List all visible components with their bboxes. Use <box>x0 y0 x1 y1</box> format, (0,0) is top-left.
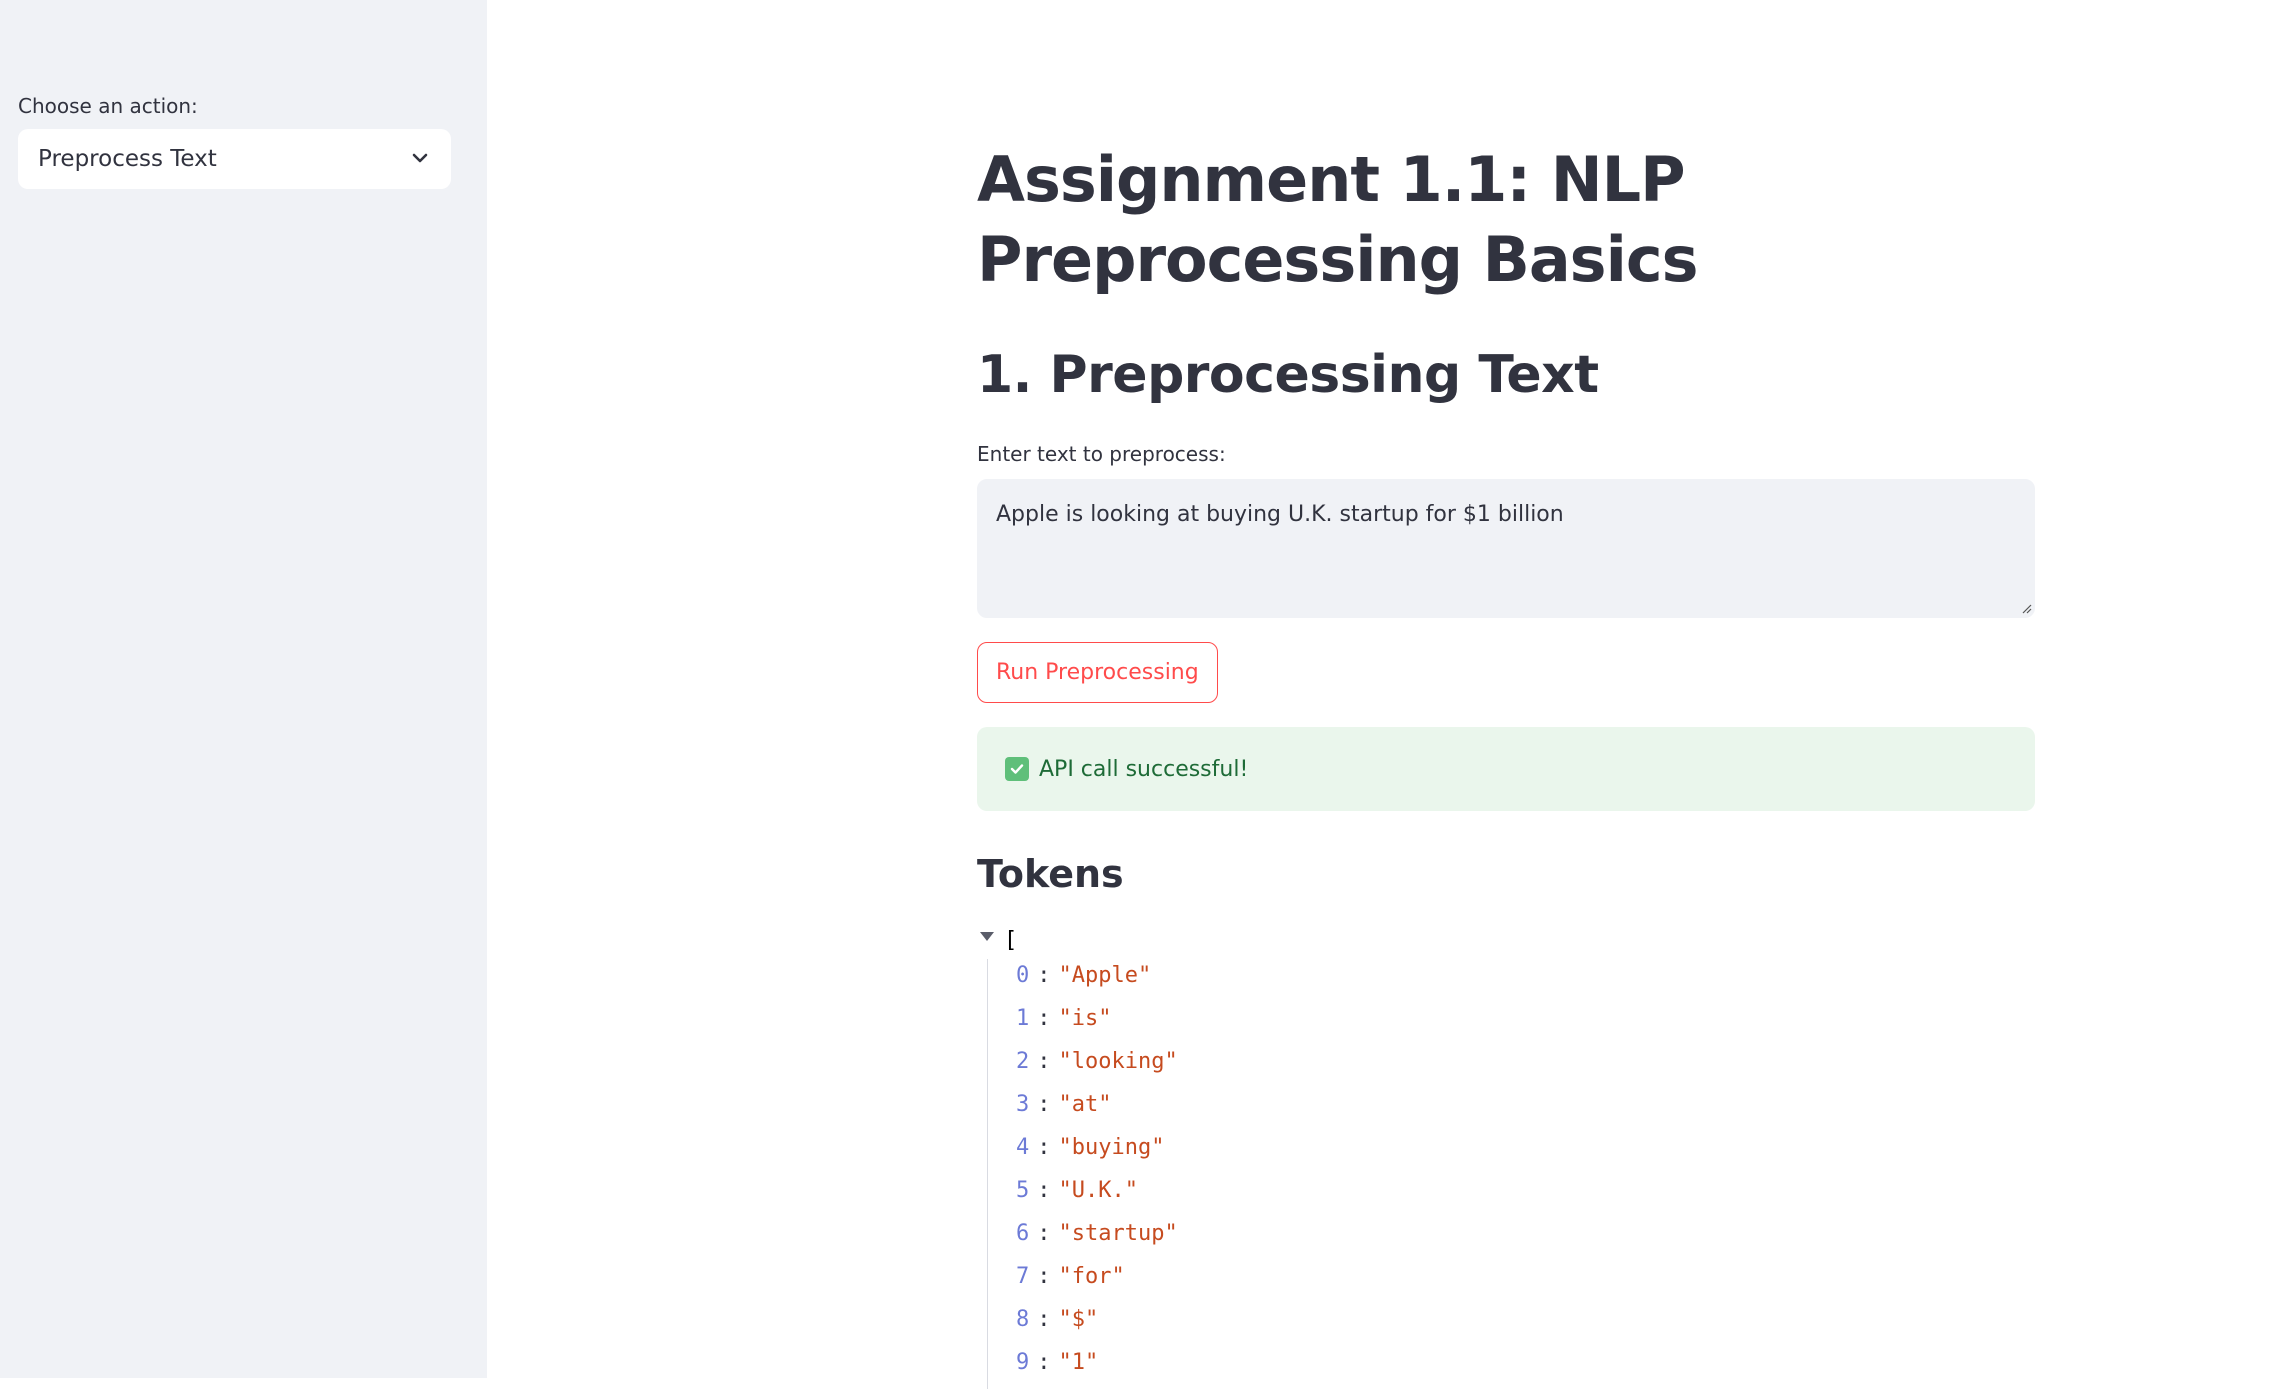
token-value: "$" <box>1059 1307 1099 1332</box>
token-value: "for" <box>1059 1264 1125 1289</box>
main-area: Assignment 1.1: NLP Preprocessing Basics… <box>487 0 2296 1378</box>
tokens-heading: Tokens <box>977 852 1124 896</box>
chevron-down-icon <box>409 147 431 169</box>
token-index: 8 <box>1016 1307 1029 1332</box>
page-title: Assignment 1.1: NLP Preprocessing Basics <box>977 140 2035 300</box>
token-row: 4:"buying" <box>1016 1131 1178 1174</box>
caret-down-icon[interactable] <box>980 931 994 943</box>
token-row: 1:"is" <box>1016 1002 1178 1045</box>
token-row: 9:"1" <box>1016 1346 1178 1389</box>
token-row: 3:"at" <box>1016 1088 1178 1131</box>
token-index: 4 <box>1016 1135 1029 1160</box>
success-alert: API call successful! <box>977 727 2035 811</box>
json-open-bracket: [ <box>1004 928 1017 953</box>
token-value: "U.K." <box>1059 1178 1138 1203</box>
sidebar: Choose an action: Preprocess Text <box>0 0 487 1378</box>
run-preprocessing-button[interactable]: Run Preprocessing <box>977 642 1218 703</box>
token-row: 6:"startup" <box>1016 1217 1178 1260</box>
token-index: 2 <box>1016 1049 1029 1074</box>
action-select-value: Preprocess Text <box>38 146 217 172</box>
resize-handle-icon[interactable] <box>2022 604 2032 614</box>
token-index: 1 <box>1016 1006 1029 1031</box>
token-index: 0 <box>1016 963 1029 988</box>
token-index: 9 <box>1016 1350 1029 1375</box>
section-title: 1. Preprocessing Text <box>977 345 1599 405</box>
token-row: 0:"Apple" <box>1016 959 1178 1002</box>
action-select-label: Choose an action: <box>18 94 198 118</box>
token-row: 8:"$" <box>1016 1303 1178 1346</box>
token-value: "looking" <box>1059 1049 1178 1074</box>
token-index: 7 <box>1016 1264 1029 1289</box>
token-value: "1" <box>1059 1350 1099 1375</box>
token-row: 2:"looking" <box>1016 1045 1178 1088</box>
token-index: 6 <box>1016 1221 1029 1246</box>
text-input-label: Enter text to preprocess: <box>977 442 1226 466</box>
token-value: "startup" <box>1059 1221 1178 1246</box>
token-value: "at" <box>1059 1092 1112 1117</box>
token-index: 3 <box>1016 1092 1029 1117</box>
token-row: 5:"U.K." <box>1016 1174 1178 1217</box>
token-value: "is" <box>1059 1006 1112 1031</box>
token-value: "buying" <box>1059 1135 1165 1160</box>
token-value: "Apple" <box>1059 963 1152 988</box>
success-alert-text: API call successful! <box>1039 757 1248 782</box>
text-input[interactable]: Apple is looking at buying U.K. startup … <box>977 479 2035 618</box>
tokens-list: 0:"Apple" 1:"is" 2:"looking" 3:"at" 4:"b… <box>987 959 1178 1389</box>
token-index: 5 <box>1016 1178 1029 1203</box>
action-select[interactable]: Preprocess Text <box>18 129 451 189</box>
token-row: 7:"for" <box>1016 1260 1178 1303</box>
check-box-icon <box>1005 757 1029 781</box>
